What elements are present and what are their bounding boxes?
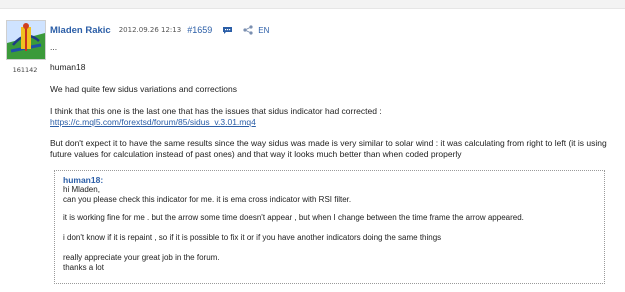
chat-bubble-icon[interactable] bbox=[222, 26, 233, 35]
share-icon[interactable] bbox=[243, 25, 253, 35]
post-date: 2012.09.26 12:13 bbox=[118, 26, 182, 34]
language-link[interactable]: EN bbox=[258, 26, 269, 35]
quote-block: human18: hi Mladen, can you please check… bbox=[54, 170, 605, 284]
avatar[interactable] bbox=[6, 20, 46, 60]
quote-line-3: it is working fine for me . but the arro… bbox=[63, 213, 524, 222]
paragraph-2-text: I think that this one is the last one th… bbox=[50, 106, 382, 116]
post-body: ... human18 We had quite few sidus varia… bbox=[50, 40, 620, 284]
quote-author: human18: bbox=[63, 175, 104, 185]
file-link[interactable]: https://c.mql5.com/forextsd/forum/85/sid… bbox=[50, 117, 256, 127]
quote-line-1: hi Mladen, bbox=[63, 185, 100, 194]
quote-line-6: thanks a lot bbox=[63, 263, 104, 272]
paragraph-2: I think that this one is the last one th… bbox=[50, 106, 620, 128]
post-header: Mladen Rakic 2012.09.26 12:13 #1659 EN bbox=[50, 23, 269, 37]
quote-line-4: i don't know if it is repaint , so if it… bbox=[63, 233, 442, 242]
post-number-link[interactable]: #1659 bbox=[187, 25, 212, 35]
post-ellipsis: ... bbox=[50, 42, 58, 52]
forum-post: 161142 Mladen Rakic 2012.09.26 12:13 #16… bbox=[0, 8, 625, 292]
author-link[interactable]: Mladen Rakic bbox=[50, 25, 111, 36]
user-id: 161142 bbox=[12, 66, 38, 74]
paragraph-1: We had quite few sidus variations and co… bbox=[50, 84, 237, 94]
paragraph-3: But don't expect it to have the same res… bbox=[50, 138, 607, 159]
addressee: human18 bbox=[50, 62, 86, 72]
quote-line-2: can you please check this indicator for … bbox=[63, 195, 352, 204]
quote-line-5: really appreciate your great job in the … bbox=[63, 253, 220, 262]
